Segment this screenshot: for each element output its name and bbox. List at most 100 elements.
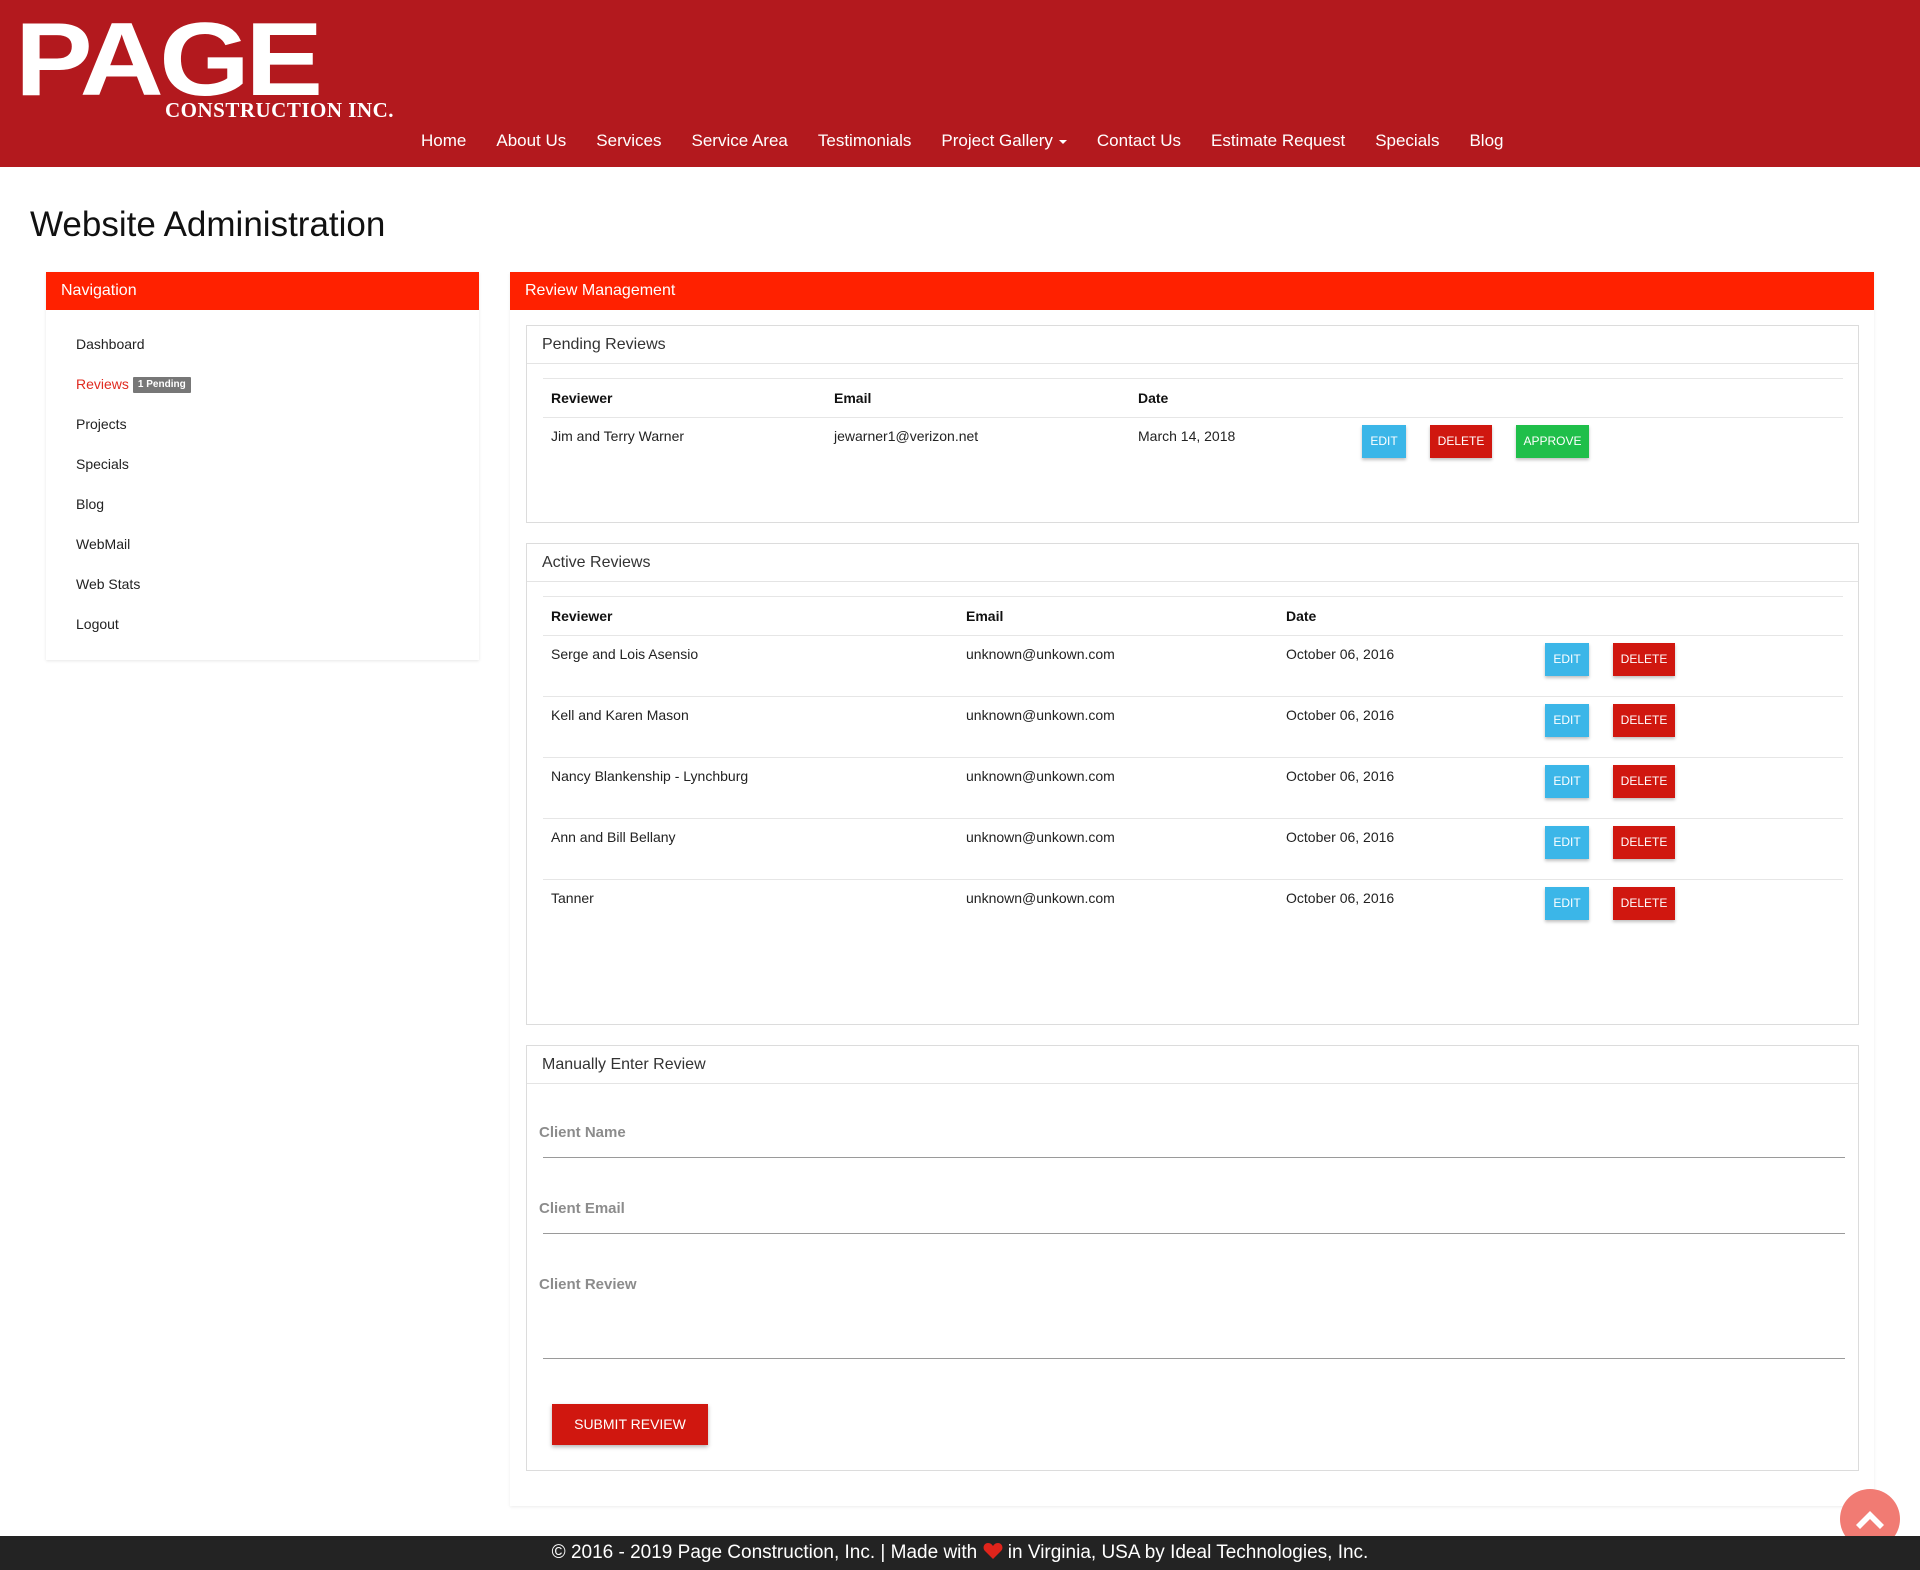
approve-button[interactable]: APPROVE xyxy=(1516,425,1589,458)
nav-testimonials[interactable]: Testimonials xyxy=(803,130,927,152)
email-cell: unknown@unkown.com xyxy=(958,818,1278,880)
logo-subtitle: CONSTRUCTION INC. xyxy=(165,98,395,122)
site-header: PAGE CONSTRUCTION INC. Home About Us Ser… xyxy=(0,0,1920,167)
heart-icon xyxy=(983,1543,1002,1559)
sidebar-item-webmail[interactable]: WebMail xyxy=(46,524,479,564)
pending-reviews-title: Pending Reviews xyxy=(527,326,1858,364)
col-reviewer: Reviewer xyxy=(543,596,958,636)
delete-button[interactable]: DELETE xyxy=(1613,643,1675,676)
sidebar-item-specials[interactable]: Specials xyxy=(46,444,479,484)
page-construction-logo[interactable]: PAGE CONSTRUCTION INC. xyxy=(15,8,395,122)
sidebar-item-blog[interactable]: Blog xyxy=(46,484,479,524)
reviewer-cell: Kell and Karen Mason xyxy=(543,696,958,758)
nav-service-area[interactable]: Service Area xyxy=(676,130,802,152)
col-reviewer: Reviewer xyxy=(543,378,826,418)
reviewer-cell: Serge and Lois Asensio xyxy=(543,635,958,697)
date-cell: March 14, 2018 xyxy=(1138,428,1236,444)
email-cell: unknown@unkown.com xyxy=(958,635,1278,697)
caret-down-icon xyxy=(1058,139,1067,144)
email-cell: unknown@unkown.com xyxy=(958,696,1278,758)
submit-review-button[interactable]: SUBMIT REVIEW xyxy=(552,1404,708,1445)
sidebar-item-dashboard[interactable]: Dashboard xyxy=(46,324,479,364)
actions-cell: EDIT DELETE xyxy=(1537,696,1843,758)
client-name-label: Client Name xyxy=(539,1124,626,1141)
email-cell: unknown@unkown.com xyxy=(958,757,1278,819)
email-cell: unknown@unkown.com xyxy=(966,890,1115,906)
active-reviews-table: Reviewer Email Date Serge and Lois Asens… xyxy=(543,596,1843,941)
page-title: Website Administration xyxy=(30,205,386,244)
col-date: Date xyxy=(1278,596,1537,636)
date-cell: October 06, 2016 xyxy=(1286,890,1395,906)
actions-cell: EDIT DELETE xyxy=(1537,880,1843,941)
nav-contact-us[interactable]: Contact Us xyxy=(1082,130,1196,152)
edit-button[interactable]: EDIT xyxy=(1545,826,1589,859)
date-cell: October 06, 2016 xyxy=(1278,696,1537,758)
nav-about-us[interactable]: About Us xyxy=(481,130,581,152)
col-email: Email xyxy=(826,378,1130,418)
pending-reviews-table: Reviewer Email Date Jim and Terry Warner… xyxy=(543,378,1843,479)
sidebar-item-projects[interactable]: Projects xyxy=(46,404,479,444)
nav-blog[interactable]: Blog xyxy=(1454,130,1518,152)
client-review-label: Client Review xyxy=(539,1276,637,1293)
nav-home[interactable]: Home xyxy=(406,130,481,152)
edit-button[interactable]: EDIT xyxy=(1362,425,1406,458)
logo-wordmark: PAGE xyxy=(15,2,323,118)
nav-project-gallery[interactable]: Project Gallery xyxy=(926,130,1081,152)
sidebar-item-reviews[interactable]: Reviews 1 Pending xyxy=(46,364,479,404)
nav-specials[interactable]: Specials xyxy=(1360,130,1454,152)
main-title: Review Management xyxy=(510,272,1874,310)
pending-reviews-card: Pending Reviews Reviewer Email Date Jim … xyxy=(526,325,1859,523)
table-row: Jim and Terry Warner jewarner1@verizon.n… xyxy=(543,418,1843,479)
edit-button[interactable]: EDIT xyxy=(1545,704,1589,737)
active-reviews-title: Active Reviews xyxy=(527,544,1858,582)
footer-copyright: © 2016 - 2019 Page Construction, Inc. | … xyxy=(551,1542,978,1563)
sidebar-item-web-stats[interactable]: Web Stats xyxy=(46,564,479,604)
client-email-field[interactable]: Client Email xyxy=(539,1200,1845,1234)
site-footer: © 2016 - 2019 Page Construction, Inc. | … xyxy=(0,1536,1920,1570)
table-row: Serge and Lois Asensio unknown@unkown.co… xyxy=(543,635,1843,697)
table-row: Kell and Karen Mason unknown@unkown.com … xyxy=(543,696,1843,758)
sidebar-menu: Dashboard Reviews 1 Pending Projects Spec… xyxy=(46,310,479,644)
edit-button[interactable]: EDIT xyxy=(1545,887,1589,920)
nav-estimate-request[interactable]: Estimate Request xyxy=(1196,130,1360,152)
chevron-up-icon xyxy=(1856,1511,1884,1529)
date-cell: October 06, 2016 xyxy=(1278,818,1537,880)
actions-cell: EDIT DELETE xyxy=(1537,757,1843,819)
edit-button[interactable]: EDIT xyxy=(1545,643,1589,676)
nav-services[interactable]: Services xyxy=(581,130,676,152)
actions-cell: EDIT DELETE xyxy=(1537,635,1843,697)
col-actions xyxy=(1354,378,1843,418)
sidebar-item-logout[interactable]: Logout xyxy=(46,604,479,644)
client-review-field[interactable]: Client Review xyxy=(539,1276,1845,1359)
actions-cell: EDIT DELETE xyxy=(1537,818,1843,880)
reviewer-cell: Nancy Blankenship - Lynchburg xyxy=(543,757,958,819)
delete-button[interactable]: DELETE xyxy=(1430,425,1492,458)
reviewer-cell: Tanner xyxy=(551,890,594,906)
delete-button[interactable]: DELETE xyxy=(1613,887,1675,920)
table-row: Tanner unknown@unkown.com October 06, 20… xyxy=(543,880,1843,941)
reviewer-cell: Jim and Terry Warner xyxy=(551,428,685,444)
reviewer-cell: Ann and Bill Bellany xyxy=(543,818,958,880)
table-row: Ann and Bill Bellany unknown@unkown.com … xyxy=(543,818,1843,880)
col-email: Email xyxy=(958,596,1278,636)
table-row: Nancy Blankenship - Lynchburg unknown@un… xyxy=(543,757,1843,819)
date-cell: October 06, 2016 xyxy=(1278,757,1537,819)
col-actions xyxy=(1537,596,1843,636)
review-management-panel: Review Management Pending Reviews Review… xyxy=(510,272,1874,1506)
edit-button[interactable]: EDIT xyxy=(1545,765,1589,798)
pending-badge: 1 Pending xyxy=(132,377,191,394)
manual-review-title: Manually Enter Review xyxy=(527,1046,1858,1084)
actions-cell: EDIT DELETE APPROVE xyxy=(1354,418,1843,479)
nav-project-gallery-label: Project Gallery xyxy=(941,131,1053,150)
client-name-field[interactable]: Client Name xyxy=(539,1124,1845,1158)
delete-button[interactable]: DELETE xyxy=(1613,826,1675,859)
sidebar-title: Navigation xyxy=(46,272,479,310)
sidebar-panel: Navigation Dashboard Reviews 1 Pending Pr… xyxy=(46,272,479,660)
main-nav: Home About Us Services Service Area Test… xyxy=(406,130,1518,152)
delete-button[interactable]: DELETE xyxy=(1613,704,1675,737)
manual-review-card: Manually Enter Review Client Name Client… xyxy=(526,1045,1859,1471)
active-reviews-card: Active Reviews Reviewer Email Date Serge… xyxy=(526,543,1859,1025)
client-email-label: Client Email xyxy=(539,1200,625,1217)
delete-button[interactable]: DELETE xyxy=(1613,765,1675,798)
col-date: Date xyxy=(1130,378,1354,418)
